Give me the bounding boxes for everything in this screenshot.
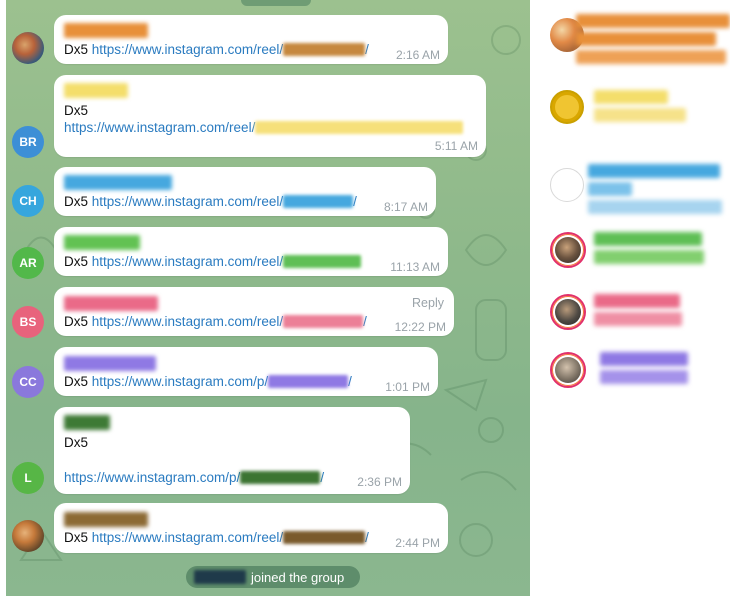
list-item[interactable] [530,160,730,214]
message-time: 5:11 AM [434,139,478,153]
message-bubble[interactable]: Dx5 https://www.instagram.com/reel// 8:1… [54,167,436,216]
message-bubble[interactable]: Dx5 https://www.instagram.com/reel/ 5:11… [54,75,486,157]
list-item[interactable] [530,228,730,278]
list-item[interactable] [530,86,730,136]
sender-name-redacted[interactable] [64,415,110,430]
item-title-redacted [594,90,668,104]
avatar[interactable] [550,90,584,124]
sender-name-redacted[interactable] [64,83,128,98]
sender-name-redacted[interactable] [64,512,148,527]
message-text: Dx5 https://www.instagram.com/reel/ [64,253,362,270]
chat-panel: Dx5 https://www.instagram.com/reel// 2:1… [6,0,530,596]
system-message-joined: joined the group [186,566,360,588]
item-title-redacted [576,14,730,28]
message-text: Dx5 https://www.instagram.com/reel// [64,529,369,546]
item-subtitle-redacted [594,312,682,326]
link-redaction [240,471,321,484]
message-time: 11:13 AM [390,260,440,274]
message-bubble[interactable]: Reply Dx5 https://www.instagram.com/reel… [54,287,454,336]
avatar-ch[interactable]: CH [12,185,44,217]
item-title-redacted [600,352,688,366]
side-list [530,0,730,596]
message-link[interactable]: https://www.instagram.com/reel// [92,314,367,329]
item-subtitle-redacted [588,182,632,196]
message-prefix: Dx5 [64,254,89,269]
message-link[interactable]: https://www.instagram.com/p// [92,374,352,389]
item-title-redacted [594,232,702,246]
link-redaction [283,195,354,208]
message-text: https://www.instagram.com/p// [64,469,324,486]
sender-name-redacted[interactable] [64,356,156,371]
message-bubble[interactable]: Dx5 https://www.instagram.com/reel// 2:1… [54,15,448,64]
avatar[interactable] [550,232,586,268]
message-time: 2:44 PM [395,536,440,550]
message-text: Dx5 https://www.instagram.com/p// [64,373,352,390]
message-time: 1:01 PM [385,380,430,394]
message-text: Dx5 https://www.instagram.com/reel// [64,193,357,210]
avatar-bs[interactable]: BS [12,306,44,338]
list-item[interactable] [530,348,730,398]
message-link[interactable]: https://www.instagram.com/reel/ [64,120,464,135]
avatar-cc[interactable]: CC [12,366,44,398]
avatar[interactable] [550,168,584,202]
avatar[interactable] [550,294,586,330]
item-subtitle-redacted [594,108,686,122]
joined-user-redacted[interactable] [194,570,246,584]
message-link[interactable]: https://www.instagram.com/reel// [92,530,369,545]
link-redaction [255,121,464,134]
message-time: 8:17 AM [383,200,428,214]
sender-name-redacted[interactable] [64,23,148,38]
joined-text: joined the group [251,569,345,585]
message-text: Dx5 https://www.instagram.com/reel// [64,313,367,330]
sender-name-redacted[interactable] [64,296,158,311]
avatar-l[interactable]: L [12,462,44,494]
link-redaction [283,255,362,268]
item-subtitle-redacted [576,32,716,46]
message-prefix: Dx5 [64,103,89,118]
message-bubble[interactable]: Dx5 https://www.instagram.com/reel/ 11:1… [54,227,448,276]
message-prefix: Dx5 [64,42,89,57]
message-bubble[interactable]: Dx5 https://www.instagram.com/reel// 2:4… [54,503,448,553]
list-item[interactable] [530,14,730,64]
message-link[interactable]: https://www.instagram.com/reel// [92,194,357,209]
message-bubble[interactable]: Dx5 https://www.instagram.com/p// 1:01 P… [54,347,438,396]
item-title-redacted [588,164,720,178]
user-photo-icon [555,357,581,383]
avatar[interactable] [12,32,44,64]
message-prefix: Dx5 [64,314,89,329]
user-photo-icon [555,237,581,263]
message-prefix: Dx5 [64,530,89,545]
user-photo-icon [555,299,581,325]
message-link[interactable]: https://www.instagram.com/reel/ [92,254,362,269]
message-link[interactable]: https://www.instagram.com/p// [64,470,324,485]
avatar-br[interactable]: BR [12,126,44,158]
message-bubble[interactable]: Dx5 https://www.instagram.com/p// 2:36 P… [54,407,410,494]
link-redaction [283,531,366,544]
item-detail-redacted [588,200,722,214]
message-prefix: Dx5 [64,374,89,389]
link-redaction [283,315,364,328]
message-time: 12:22 PM [394,320,446,334]
sender-name-redacted[interactable] [64,175,172,190]
message-text: Dx5 https://www.instagram.com/reel// [64,41,369,58]
avatar[interactable] [550,352,586,388]
avatar[interactable] [12,520,44,552]
item-subtitle-redacted [594,250,704,264]
message-link[interactable]: https://www.instagram.com/reel// [92,42,369,57]
message-prefix: Dx5 [64,435,89,450]
message-time: 2:16 AM [395,48,440,62]
link-redaction [283,43,366,56]
list-item[interactable] [530,290,730,340]
sender-name-redacted[interactable] [64,235,140,250]
reply-button[interactable]: Reply [412,296,444,310]
item-detail-redacted [576,50,726,64]
link-redaction [268,375,349,388]
message-time: 2:36 PM [357,475,402,489]
item-subtitle-redacted [600,370,688,384]
logo-icon [555,95,579,119]
message-prefix: Dx5 [64,194,89,209]
avatar-ar[interactable]: AR [12,247,44,279]
message-text: https://www.instagram.com/reel/ [64,119,464,136]
item-title-redacted [594,294,680,308]
